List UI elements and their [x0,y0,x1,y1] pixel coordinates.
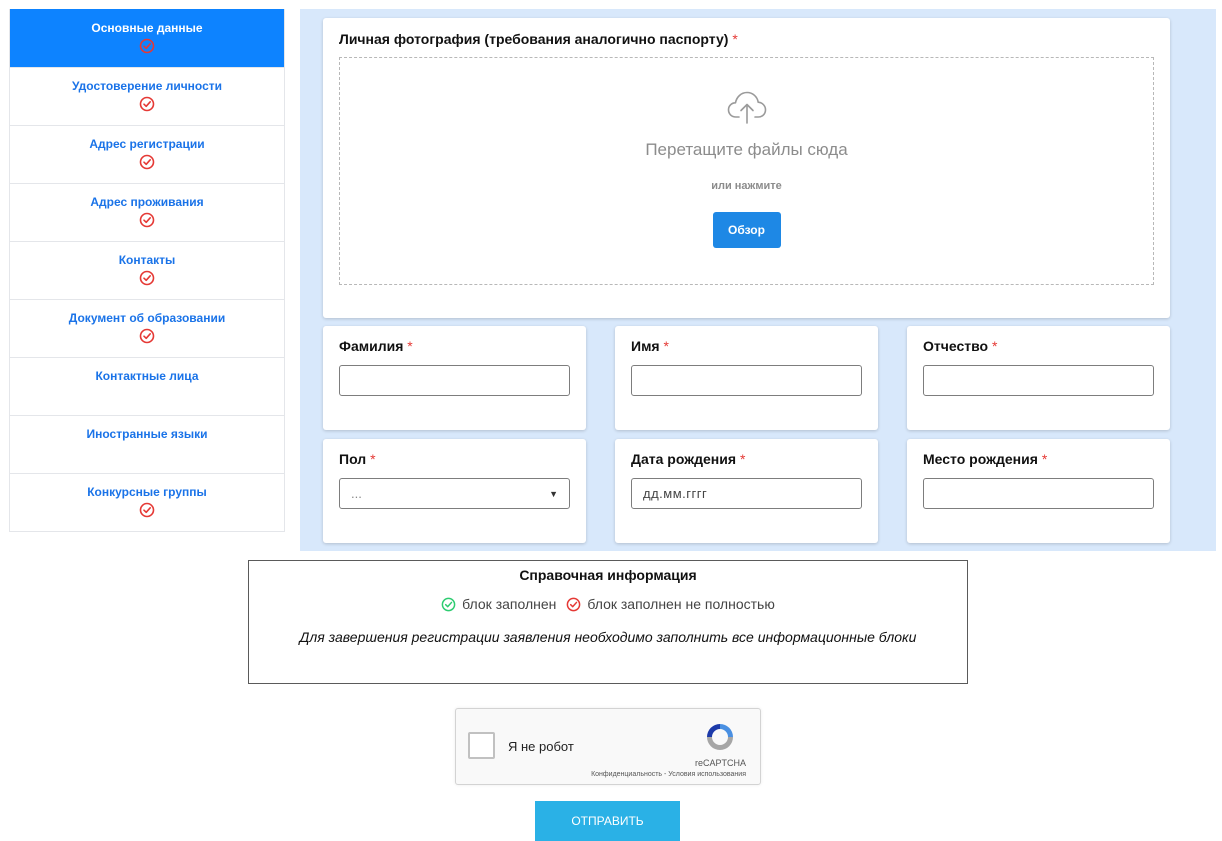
firstname-card: Имя * [615,326,878,430]
check-circle-icon [139,328,155,344]
info-note: Для завершения регистрации заявления нео… [299,629,917,645]
check-circle-icon [139,96,155,112]
required-mark: * [732,31,738,47]
sidebar-item-education-document[interactable]: Документ об образовании [10,299,284,357]
browse-button[interactable]: Обзор [712,212,781,248]
dropzone-text: Перетащите файлы сюда [645,140,848,159]
middlename-card: Отчество * [907,326,1170,430]
firstname-input[interactable] [631,365,862,396]
sidebar-item-label: Основные данные [91,21,203,35]
sidebar-item-identity[interactable]: Удостоверение личности [10,67,284,125]
sidebar-item-label: Иностранные языки [86,427,208,441]
birthdate-card: Дата рождения * дд.мм.гггг [615,439,878,543]
lastname-input[interactable] [339,365,570,396]
middlename-input[interactable] [923,365,1154,396]
check-circle-green-icon [441,597,456,611]
photo-label: Личная фотография (требования аналогично… [339,31,738,47]
recaptcha-checkbox[interactable] [468,732,495,759]
required-mark: * [663,338,669,354]
recaptcha-label: Я не робот [508,739,574,754]
sidebar-item-label: Документ об образовании [68,311,226,325]
status-legend: блок заполнен блок заполнен не полностью [249,596,967,612]
gender-label: Пол * [339,451,376,467]
sidebar-item-foreign-languages[interactable]: Иностранные языки [10,415,284,473]
sidebar-item-label: Конкурсные группы [87,485,207,499]
check-circle-icon [139,212,155,228]
sidebar-nav: Основные данные Удостоверение личности А… [9,9,285,532]
gender-selected-value: ... [351,486,362,501]
check-circle-icon [139,270,155,286]
required-mark: * [370,451,376,467]
main-form-panel: Личная фотография (требования аналогично… [300,9,1216,551]
sidebar-item-label: Удостоверение личности [71,79,223,93]
birthdate-input[interactable]: дд.мм.гггг [631,478,862,509]
recaptcha-logo-icon [707,724,733,750]
recaptcha-widget: Я не робот reCAPTCHA Конфиденциальность … [455,708,761,785]
info-title: Справочная информация [519,567,697,583]
sidebar-item-basic-data[interactable]: Основные данные [10,9,284,67]
reference-info-box: Справочная информация блок заполнен блок… [248,560,968,684]
dropzone-or-text: или нажмите [711,180,782,192]
birthplace-card: Место рождения * [907,439,1170,543]
sidebar-item-contact-persons[interactable]: Контактные лица [10,357,284,415]
file-dropzone[interactable]: Перетащите файлы сюда или нажмите Обзор [339,57,1154,285]
gender-select[interactable]: ... ▼ [339,478,570,509]
lastname-card: Фамилия * [323,326,586,430]
birthplace-label: Место рождения * [923,451,1048,467]
legend-complete: блок заполнен [441,596,556,612]
sidebar-item-registration-address[interactable]: Адрес регистрации [10,125,284,183]
check-circle-red-icon [567,597,581,611]
sidebar-item-label: Контакты [118,253,176,267]
sidebar-item-competition-groups[interactable]: Конкурсные группы [10,473,284,531]
sidebar-item-label: Адрес регистрации [89,137,205,151]
check-circle-icon [139,154,155,170]
required-mark: * [407,338,413,354]
required-mark: * [1041,451,1048,467]
firstname-label: Имя * [631,338,669,354]
submit-button[interactable]: ОТПРАВИТЬ [535,801,680,841]
legend-incomplete: блок заполнен не полностью [566,596,775,612]
lastname-label: Фамилия * [339,338,413,354]
recaptcha-links[interactable]: Конфиденциальность - Условия использован… [591,771,746,778]
middlename-label: Отчество * [923,338,998,354]
gender-card: Пол * ... ▼ [323,439,586,543]
check-circle-icon [139,38,155,54]
recaptcha-brand: reCAPTCHA [694,758,746,768]
check-circle-icon [139,502,155,518]
birthdate-label: Дата рождения * [631,451,746,467]
cloud-upload-icon [727,91,766,124]
birthplace-input[interactable] [923,478,1154,509]
required-mark: * [739,451,746,467]
sidebar-item-label: Контактные лица [95,369,199,383]
sidebar-item-label: Адрес проживания [90,195,204,209]
required-mark: * [991,338,998,354]
sidebar-item-residence-address[interactable]: Адрес проживания [10,183,284,241]
caret-down-icon: ▼ [549,488,558,499]
sidebar-item-contacts[interactable]: Контакты [10,241,284,299]
photo-upload-card: Личная фотография (требования аналогично… [323,18,1170,318]
